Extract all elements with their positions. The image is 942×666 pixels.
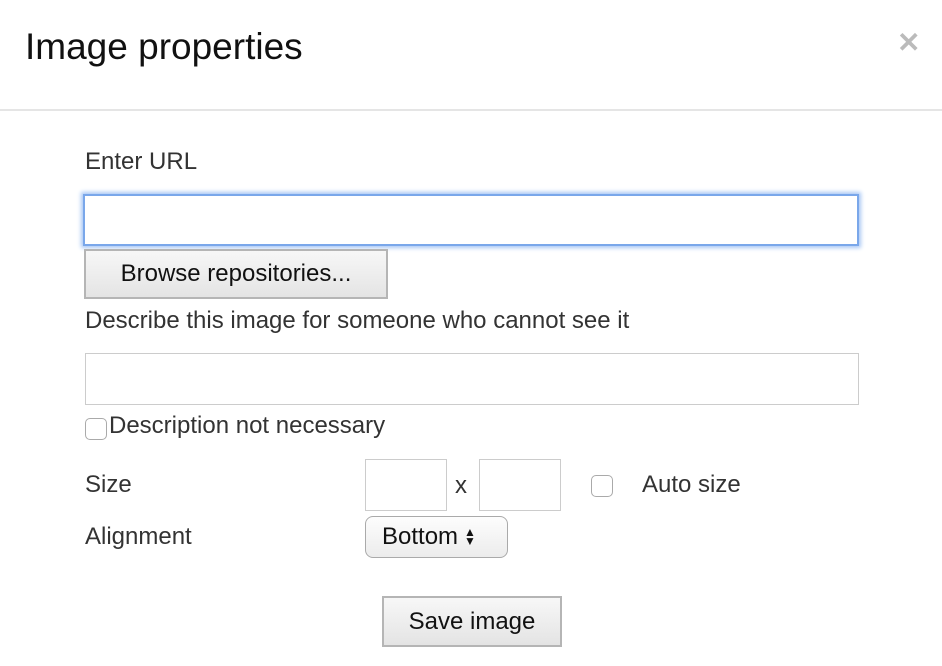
save-image-button[interactable]: Save image: [382, 596, 562, 647]
size-separator: x: [455, 472, 467, 499]
width-input[interactable]: [365, 459, 447, 511]
dialog-title: Image properties: [25, 26, 303, 67]
header-divider: [0, 109, 942, 111]
alt-text-input[interactable]: [85, 353, 859, 405]
alignment-selected-value: Bottom: [382, 523, 459, 550]
close-icon[interactable]: ✕: [897, 26, 920, 59]
alt-text-label: Describe this image for someone who cann…: [85, 307, 630, 334]
description-not-necessary-label: Description not necessary: [109, 412, 386, 439]
auto-size-label: Auto size: [642, 471, 741, 498]
description-not-necessary-checkbox[interactable]: [85, 418, 107, 440]
browse-repositories-button[interactable]: Browse repositories...: [84, 249, 388, 299]
alignment-label: Alignment: [85, 523, 192, 550]
auto-size-checkbox[interactable]: [591, 475, 613, 497]
height-input[interactable]: [479, 459, 561, 511]
size-label: Size: [85, 471, 132, 498]
alignment-select[interactable]: Bottom ▲ ▼: [365, 516, 508, 558]
url-label: Enter URL: [85, 148, 198, 175]
url-input[interactable]: [83, 194, 859, 246]
select-arrows-icon: ▲ ▼: [464, 525, 476, 548]
